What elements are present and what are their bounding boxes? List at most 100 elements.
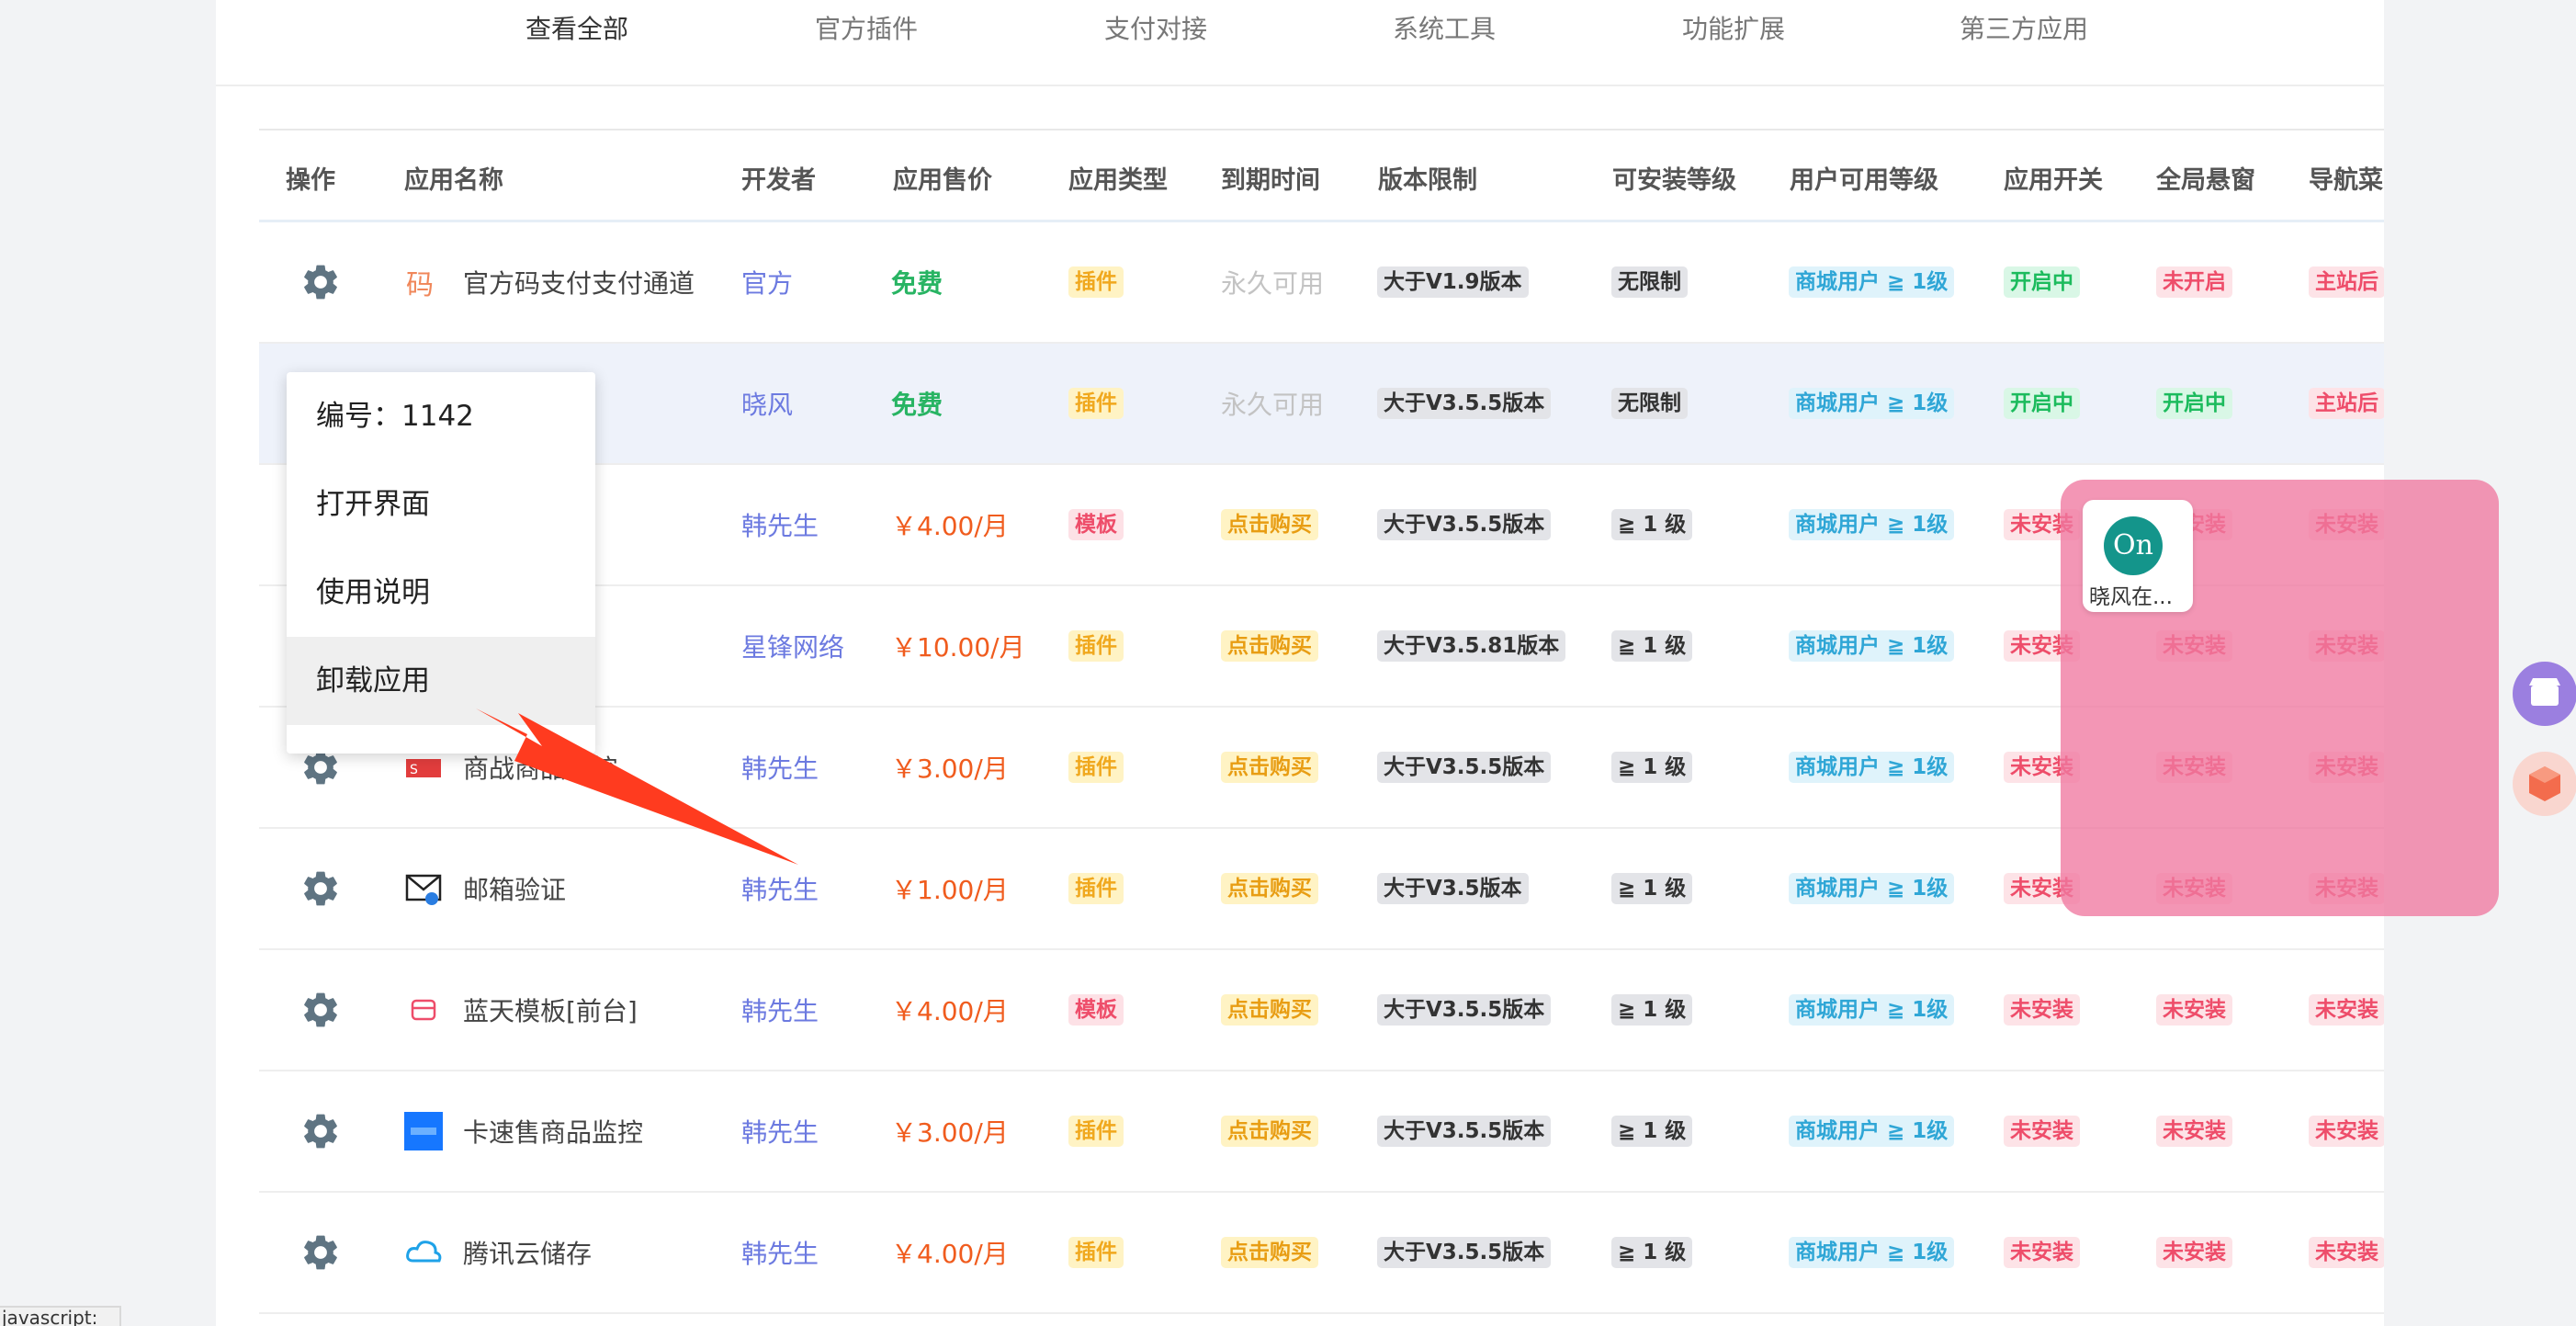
menu-open-interface[interactable]: 打开界面 xyxy=(287,460,595,549)
svg-text:S: S xyxy=(410,763,418,777)
user-level-badge: 商城用户 ≧ 1级 xyxy=(1789,752,1955,783)
type-badge: 插件 xyxy=(1068,266,1124,298)
tab-extensions[interactable]: 功能扩展 xyxy=(1682,9,1785,46)
app-price: ￥4.00/月 xyxy=(891,996,1009,1026)
gear-icon[interactable] xyxy=(299,261,342,303)
th-developer: 开发者 xyxy=(741,166,816,195)
type-badge: 插件 xyxy=(1068,752,1124,783)
shangzhan-icon: S xyxy=(404,748,443,787)
expiry-badge: 永久可用 xyxy=(1221,268,1325,299)
switch-badge[interactable]: 未安装 xyxy=(2004,1237,2080,1268)
app-price: ￥3.00/月 xyxy=(891,1117,1009,1148)
float-badge[interactable]: 开启中 xyxy=(2156,388,2232,419)
tab-third-party[interactable]: 第三方应用 xyxy=(1960,9,2088,46)
install-level-badge: 无限制 xyxy=(1611,388,1688,419)
float-badge[interactable]: 未安装 xyxy=(2156,1237,2232,1268)
developer-link[interactable]: 韩先生 xyxy=(741,749,819,786)
version-badge: 大于V3.5版本 xyxy=(1377,873,1529,904)
user-level-badge: 商城用户 ≧ 1级 xyxy=(1789,266,1955,298)
app-name[interactable]: 邮箱验证 xyxy=(463,870,566,907)
app-name[interactable]: 蓝天模板[前台] xyxy=(463,992,638,1028)
developer-link[interactable]: 晓风 xyxy=(741,385,793,422)
payment-code-icon: 码 xyxy=(404,263,443,301)
th-app-name: 应用名称 xyxy=(404,166,503,195)
table-row: 码官方码支付支付通道 官方 免费 插件 永久可用 大于V1.9版本 无限制 商城用户 ≧ 1级… xyxy=(259,222,2384,344)
expiry-badge[interactable]: 点击购买 xyxy=(1221,873,1318,904)
developer-link[interactable]: 韩先生 xyxy=(741,992,819,1028)
expiry-badge[interactable]: 点击购买 xyxy=(1221,752,1318,783)
extension-label: 晓风在... xyxy=(2089,585,2173,609)
th-user-level: 用户可用等级 xyxy=(1790,166,1938,195)
expiry-badge[interactable]: 点击购买 xyxy=(1221,630,1318,662)
nav-badge[interactable]: 未安装 xyxy=(2309,1116,2384,1147)
type-badge: 插件 xyxy=(1068,873,1124,904)
th-nav: 导航菜 xyxy=(2309,166,2383,195)
switch-badge[interactable]: 未安装 xyxy=(2004,994,2080,1026)
expiry-badge[interactable]: 点击购买 xyxy=(1221,994,1318,1026)
gear-icon[interactable] xyxy=(299,989,342,1031)
gear-icon[interactable] xyxy=(299,1231,342,1274)
switch-badge[interactable]: 开启中 xyxy=(2004,388,2080,419)
app-name[interactable]: 腾讯云储存 xyxy=(463,1234,592,1271)
th-price: 应用售价 xyxy=(893,166,992,195)
developer-link[interactable]: 韩先生 xyxy=(741,1234,819,1271)
developer-link[interactable]: 官方 xyxy=(741,264,793,300)
user-level-badge: 商城用户 ≧ 1级 xyxy=(1789,873,1955,904)
float-badge[interactable]: 未开启 xyxy=(2156,266,2232,298)
developer-link[interactable]: 韩先生 xyxy=(741,870,819,907)
tab-payment[interactable]: 支付对接 xyxy=(1104,9,1207,46)
app-name[interactable]: 商战商品监控 xyxy=(463,749,617,786)
tab-all[interactable]: 查看全部 xyxy=(525,9,628,46)
gear-icon[interactable] xyxy=(299,1110,342,1152)
cube-icon[interactable] xyxy=(2513,752,2576,816)
nav-badge[interactable]: 未安装 xyxy=(2309,1237,2384,1268)
float-badge[interactable]: 未安装 xyxy=(2156,994,2232,1026)
developer-link[interactable]: 韩先生 xyxy=(741,1113,819,1150)
expiry-badge[interactable]: 点击购买 xyxy=(1221,1237,1318,1268)
store-front-icon xyxy=(404,991,443,1029)
user-level-badge: 商城用户 ≧ 1级 xyxy=(1789,1237,1955,1268)
app-price: ￥1.00/月 xyxy=(891,875,1009,905)
context-menu: 编号：1142 打开界面 使用说明 卸载应用 xyxy=(287,372,595,754)
user-level-badge: 商城用户 ≧ 1级 xyxy=(1789,994,1955,1026)
gear-icon[interactable] xyxy=(299,867,342,910)
app-price: ￥3.00/月 xyxy=(891,754,1009,784)
version-badge: 大于V3.5.81版本 xyxy=(1377,630,1566,662)
th-float: 全局悬窗 xyxy=(2156,166,2255,195)
tab-system-tools[interactable]: 系统工具 xyxy=(1393,9,1496,46)
version-badge: 大于V3.5.5版本 xyxy=(1377,388,1552,419)
tab-official-plugins[interactable]: 官方插件 xyxy=(815,9,918,46)
table-row: 卡速售商品监控 韩先生 ￥3.00/月 插件 点击购买 大于V3.5.5版本 ≧ 1 级 商城… xyxy=(259,1071,2384,1193)
user-level-badge: 商城用户 ≧ 1级 xyxy=(1789,509,1955,540)
install-level-badge: ≧ 1 级 xyxy=(1611,509,1693,540)
install-level-badge: 无限制 xyxy=(1611,266,1688,298)
app-name[interactable]: 官方码支付支付通道 xyxy=(463,264,695,300)
type-badge: 插件 xyxy=(1068,630,1124,662)
install-level-badge: ≧ 1 级 xyxy=(1611,994,1693,1026)
expiry-badge: 永久可用 xyxy=(1221,390,1325,420)
th-expiry: 到期时间 xyxy=(1221,166,1320,195)
expiry-badge[interactable]: 点击购买 xyxy=(1221,1116,1318,1147)
float-badge[interactable]: 未安装 xyxy=(2156,1116,2232,1147)
expiry-badge[interactable]: 点击购买 xyxy=(1221,509,1318,540)
app-name[interactable]: 卡速售商品监控 xyxy=(463,1113,643,1150)
kasushou-icon xyxy=(404,1112,443,1150)
type-badge: 插件 xyxy=(1068,388,1124,419)
type-badge: 插件 xyxy=(1068,1237,1124,1268)
nav-badge[interactable]: 未安装 xyxy=(2309,994,2384,1026)
developer-link[interactable]: 韩先生 xyxy=(741,506,819,543)
app-price: ￥4.00/月 xyxy=(891,511,1009,541)
extension-widget[interactable]: On 晓风在... xyxy=(2083,500,2193,612)
menu-usage-guide[interactable]: 使用说明 xyxy=(287,549,595,637)
switch-badge[interactable]: 未安装 xyxy=(2004,1116,2080,1147)
version-badge: 大于V1.9版本 xyxy=(1377,266,1529,298)
nav-badge[interactable]: 主站后 xyxy=(2309,266,2384,298)
table-row: 腾讯云储存 韩先生 ￥4.00/月 插件 点击购买 大于V3.5.5版本 ≧ 1 级 商城用户… xyxy=(259,1193,2384,1314)
store-icon[interactable] xyxy=(2513,662,2576,726)
developer-link[interactable]: 星锋网络 xyxy=(741,628,844,664)
nav-badge[interactable]: 主站后 xyxy=(2309,388,2384,419)
switch-badge[interactable]: 开启中 xyxy=(2004,266,2080,298)
app-price: ￥4.00/月 xyxy=(891,1239,1009,1269)
menu-uninstall-app[interactable]: 卸载应用 xyxy=(287,637,595,725)
category-tabs: 查看全部 官方插件 支付对接 系统工具 功能扩展 第三方应用 xyxy=(216,0,2384,86)
